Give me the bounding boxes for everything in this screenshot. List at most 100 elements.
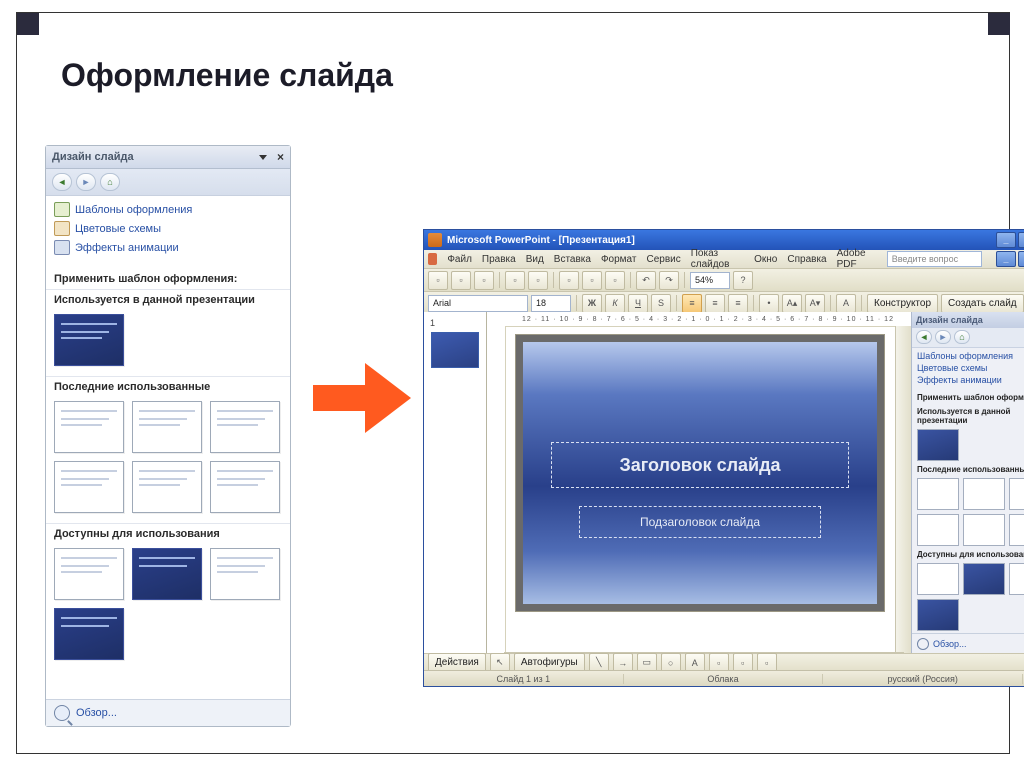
redo-button[interactable]: ↷ — [659, 271, 679, 290]
template-thumb[interactable] — [132, 461, 202, 513]
bullets-button[interactable]: • — [759, 294, 779, 313]
link-color-schemes[interactable]: Цветовые схемы — [54, 221, 282, 236]
menu-file[interactable]: Файл — [447, 254, 472, 265]
align-center-button[interactable]: ≡ — [705, 294, 725, 313]
template-thumb[interactable] — [963, 563, 1005, 595]
font-color-button[interactable]: A — [836, 294, 856, 313]
rtask-apply-label: Применить шаблон оформления: — [912, 390, 1024, 405]
help-question-box[interactable]: Введите вопрос — [887, 251, 982, 267]
back-icon[interactable]: ◄ — [916, 330, 932, 344]
title-placeholder[interactable]: Заголовок слайда — [551, 442, 849, 488]
undo-button[interactable]: ↶ — [636, 271, 656, 290]
slide-number: 1 — [430, 318, 435, 328]
save-button[interactable]: ▫ — [474, 271, 494, 290]
decrease-font-button[interactable]: A▾ — [805, 294, 825, 313]
designer-button[interactable]: Конструктор — [867, 294, 938, 313]
fontsize-select[interactable]: 18 — [531, 295, 571, 312]
template-thumb[interactable] — [210, 461, 280, 513]
underline-button[interactable]: Ч — [628, 294, 648, 313]
menu-format[interactable]: Формат — [601, 254, 637, 265]
increase-font-button[interactable]: A▴ — [782, 294, 802, 313]
maximize-button[interactable]: □ — [1018, 232, 1024, 248]
thumbs-recent — [46, 397, 290, 523]
forward-icon[interactable]: ► — [935, 330, 951, 344]
menu-window[interactable]: Окно — [754, 254, 777, 265]
menu-help[interactable]: Справка — [787, 254, 826, 265]
help-button[interactable]: ? — [733, 271, 753, 290]
browse-link[interactable]: Обзор... — [46, 699, 290, 726]
template-thumb[interactable] — [54, 314, 124, 366]
align-left-button[interactable]: ≡ — [682, 294, 702, 313]
template-thumb[interactable] — [210, 401, 280, 453]
menu-view[interactable]: Вид — [526, 254, 544, 265]
template-thumb[interactable] — [1009, 478, 1024, 510]
link-templates[interactable]: Шаблоны оформления — [917, 351, 1024, 361]
template-thumb[interactable] — [132, 401, 202, 453]
menu-insert[interactable]: Вставка — [554, 254, 591, 265]
close-icon[interactable]: × — [277, 150, 284, 164]
standard-toolbar: ▫ ▫ ▫ ▫ ▫ ▫ ▫ ▫ ↶ ↷ 54% ? — [424, 269, 1024, 292]
pane-header[interactable]: Дизайн слайда × — [46, 146, 290, 169]
slide-canvas[interactable]: Заголовок слайда Подзаголовок слайда — [515, 334, 885, 612]
shadow-button[interactable]: S — [651, 294, 671, 313]
slide-frame: Оформление слайда Дизайн слайда × ◄ ► ⌂ … — [16, 12, 1010, 754]
apply-template-label: Применить шаблон оформления: — [46, 267, 290, 289]
template-thumb[interactable] — [54, 461, 124, 513]
doc-minimize-button[interactable]: _ — [996, 251, 1016, 267]
link-animation[interactable]: Эффекты анимации — [917, 375, 1024, 385]
rtask-header[interactable]: Дизайн слайда▾ × — [912, 312, 1024, 328]
titlebar[interactable]: Microsoft PowerPoint - [Презентация1] _ … — [424, 230, 1024, 250]
slide-thumbnail[interactable] — [431, 332, 479, 368]
copy-button[interactable]: ▫ — [582, 271, 602, 290]
minimize-button[interactable]: _ — [996, 232, 1016, 248]
home-icon[interactable]: ⌂ — [100, 173, 120, 191]
zoom-select[interactable]: 54% — [690, 272, 730, 289]
font-select[interactable]: Arial — [428, 295, 528, 312]
link-templates[interactable]: Шаблоны оформления — [54, 202, 282, 217]
bold-button[interactable]: Ж — [582, 294, 602, 313]
menu-tools[interactable]: Сервис — [646, 254, 680, 265]
dropdown-icon[interactable] — [259, 155, 267, 160]
workspace: 1 12 · 11 · 10 · 9 · 8 · 7 · 6 · 5 · 4 ·… — [424, 312, 1024, 654]
home-icon[interactable]: ⌂ — [954, 330, 970, 344]
forward-icon[interactable]: ► — [76, 173, 96, 191]
template-thumb[interactable] — [1009, 563, 1024, 595]
print-button[interactable]: ▫ — [505, 271, 525, 290]
right-task-pane: Дизайн слайда▾ × ◄ ► ⌂ Шаблоны оформлени… — [911, 312, 1024, 654]
template-thumb[interactable] — [54, 401, 124, 453]
template-thumb[interactable] — [963, 478, 1005, 510]
rtask-browse[interactable]: Обзор... — [912, 633, 1024, 654]
template-thumb[interactable] — [917, 478, 959, 510]
menu-slideshow[interactable]: Показ слайдов — [691, 248, 744, 270]
template-thumb[interactable] — [917, 514, 959, 546]
subtitle-placeholder[interactable]: Подзаголовок слайда — [579, 506, 821, 538]
template-thumb[interactable] — [210, 548, 280, 600]
powerpoint-window: Microsoft PowerPoint - [Презентация1] _ … — [423, 229, 1024, 687]
status-slide: Слайд 1 из 1 — [424, 674, 624, 684]
align-right-button[interactable]: ≡ — [728, 294, 748, 313]
template-thumb[interactable] — [1009, 514, 1024, 546]
rtask-links: Шаблоны оформления Цветовые схемы Эффект… — [912, 348, 1024, 390]
template-thumb[interactable] — [963, 514, 1005, 546]
template-thumb[interactable] — [917, 429, 959, 461]
cut-button[interactable]: ▫ — [559, 271, 579, 290]
template-thumb[interactable] — [917, 563, 959, 595]
office-icon[interactable] — [428, 253, 437, 265]
new-button[interactable]: ▫ — [428, 271, 448, 290]
template-thumb[interactable] — [54, 548, 124, 600]
preview-button[interactable]: ▫ — [528, 271, 548, 290]
menu-adobepdf[interactable]: Adobe PDF — [837, 248, 877, 270]
doc-restore-button[interactable]: □ — [1018, 251, 1024, 267]
back-icon[interactable]: ◄ — [52, 173, 72, 191]
menu-edit[interactable]: Правка — [482, 254, 516, 265]
template-thumb[interactable] — [132, 548, 202, 600]
open-button[interactable]: ▫ — [451, 271, 471, 290]
italic-button[interactable]: К — [605, 294, 625, 313]
paste-button[interactable]: ▫ — [605, 271, 625, 290]
link-color-schemes[interactable]: Цветовые схемы — [917, 363, 1024, 373]
new-slide-button[interactable]: Создать слайд — [941, 294, 1024, 313]
template-thumb[interactable] — [54, 608, 124, 660]
template-thumb[interactable] — [917, 599, 959, 631]
vertical-scrollbar[interactable] — [895, 326, 911, 654]
link-animation[interactable]: Эффекты анимации — [54, 240, 282, 255]
